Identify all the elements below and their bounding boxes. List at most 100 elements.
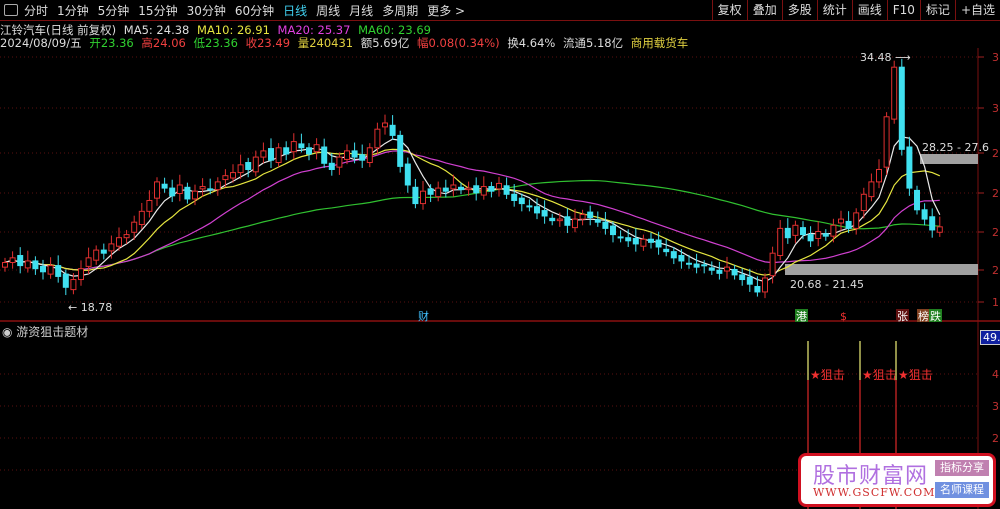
y-axis-label: 3 [992, 102, 999, 115]
candle-body [746, 276, 753, 285]
candle-body [526, 205, 533, 208]
candle-body [655, 239, 662, 248]
candle-body [420, 190, 426, 205]
marker-bang: 榜 [918, 309, 929, 323]
candle-body [754, 286, 761, 293]
signal-label: ★狙击 [898, 368, 933, 382]
y-axis-label: 1 [992, 296, 999, 309]
candle-body [85, 257, 92, 267]
candle-body [207, 188, 214, 191]
kline-chart[interactable]: 332222143228.25 - 27.620.68 - 21.4534.48… [0, 0, 1000, 509]
candle-body [214, 181, 221, 191]
marker-cai: 财 [418, 309, 429, 323]
candle-body [876, 168, 882, 183]
candle-body [192, 190, 198, 200]
candle-body [123, 234, 130, 239]
candle-body [78, 268, 84, 281]
candle-body [366, 147, 373, 164]
candle-body [290, 141, 297, 153]
candle-body [541, 210, 548, 217]
candle-body [435, 187, 442, 198]
candle-body [564, 216, 571, 226]
indicator-title[interactable]: ◉ 游资狙击题材 [2, 323, 88, 340]
watermark-tag-1: 指标分享 [935, 460, 989, 476]
candle-body [108, 243, 115, 252]
candle-body [921, 209, 928, 220]
candle-body [632, 237, 639, 245]
candle-body [382, 122, 388, 128]
candle-body [906, 146, 913, 189]
support-zone-label: 20.68 - 21.45 [790, 278, 864, 291]
candle-body [617, 236, 624, 239]
candle-body [891, 66, 898, 120]
indicator-axis-label: 3 [992, 400, 999, 413]
candle-body [579, 213, 586, 220]
candle-body [663, 248, 670, 253]
candle-body [936, 226, 943, 233]
candle-body [2, 261, 8, 268]
candle-body [154, 181, 160, 199]
candle-body [480, 186, 487, 196]
y-axis-label: 2 [992, 187, 999, 200]
candle-body [792, 224, 799, 236]
candle-body [860, 193, 867, 212]
candle-body [169, 187, 176, 197]
candle-body [275, 147, 282, 164]
candle-body [116, 237, 122, 247]
candle-body [587, 211, 594, 219]
candle-body [344, 150, 350, 160]
ma60-line [4, 179, 940, 271]
candle-body [845, 220, 852, 229]
candle-body [427, 188, 434, 195]
candle-body [40, 265, 46, 273]
candle-body [404, 163, 411, 186]
candle-body [701, 264, 708, 267]
candle-body [602, 221, 609, 229]
candle-body [807, 234, 814, 242]
candle-body [55, 265, 62, 277]
candle-body [473, 185, 480, 194]
candle-body [62, 273, 69, 288]
candle-body [511, 193, 518, 201]
candle-body [929, 216, 936, 231]
candle-body [442, 187, 449, 192]
candle-body [389, 124, 396, 136]
candle-body [100, 249, 107, 254]
candle-body [24, 260, 31, 269]
candle-body [32, 260, 39, 270]
candle-body [237, 164, 244, 174]
candle-body [9, 257, 16, 263]
min-price-label: ← 18.78 [68, 301, 112, 314]
candle-body [412, 186, 419, 205]
candle-body [245, 162, 252, 170]
y-axis-label: 2 [992, 147, 999, 160]
support-zone [785, 264, 978, 275]
candle-body [230, 172, 236, 179]
candle-body [184, 186, 191, 200]
marker-dollar: $ [840, 310, 847, 323]
indicator-axis-label: 4 [992, 368, 999, 381]
watermark-url: WWW.GSCFW.COM [813, 486, 936, 499]
ma20-line [4, 150, 940, 271]
candle-body [359, 154, 366, 161]
candle-body [549, 217, 556, 222]
candle-body [610, 225, 616, 236]
candle-body [298, 143, 305, 149]
candle-body [594, 219, 601, 223]
candle-body [640, 238, 647, 247]
candle-body [222, 175, 229, 181]
candle-body [708, 267, 715, 271]
candle-body [914, 189, 920, 211]
marker-die: 跌 [930, 309, 941, 323]
candle-body [458, 186, 464, 191]
candle-body [739, 274, 746, 281]
candle-body [830, 224, 837, 237]
candle-body [70, 279, 77, 291]
candle-body [374, 128, 381, 149]
candle-body [503, 185, 510, 195]
candle-body [518, 197, 525, 205]
candle-body [450, 184, 457, 190]
candle-body [17, 255, 24, 267]
indicator-value-badge: 49.1 [980, 330, 1000, 345]
candle-body [465, 187, 472, 191]
